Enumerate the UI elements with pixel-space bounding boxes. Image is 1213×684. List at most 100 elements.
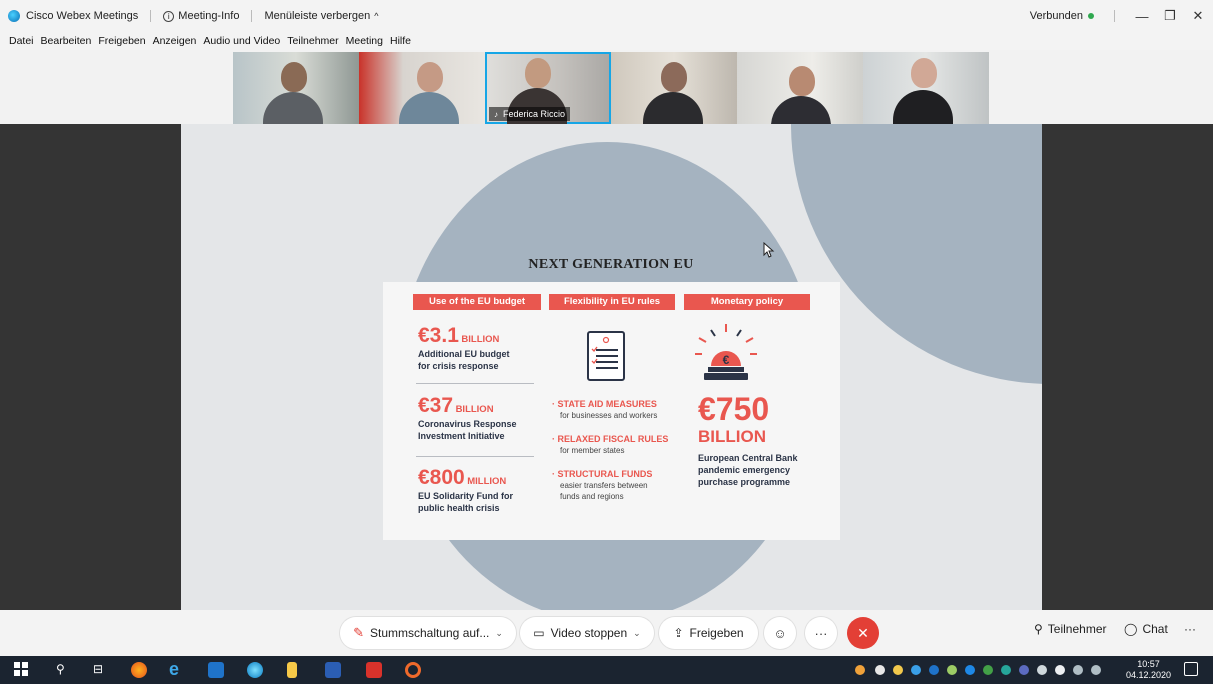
menu-meeting[interactable]: Meeting <box>346 35 383 47</box>
flex-bullet: · STRUCTURAL FUNDS easier transfers betw… <box>552 469 653 501</box>
meeting-info-label: Meeting-Info <box>178 10 240 22</box>
video-strip: ♪ Federica Riccio <box>233 52 989 124</box>
menu-datei[interactable]: Datei <box>9 35 34 47</box>
bluetooth-icon[interactable] <box>965 665 975 675</box>
connection-status-label: Verbunden <box>1029 10 1083 22</box>
chevron-down-icon[interactable]: ⌄ <box>633 628 641 639</box>
speaker-name-tag: ♪ Federica Riccio <box>489 107 571 121</box>
participant-head <box>661 62 687 92</box>
edge-browser-icon[interactable]: e <box>169 660 185 678</box>
menu-hilfe[interactable]: Hilfe <box>390 35 411 47</box>
tray-app-icon[interactable] <box>1019 665 1029 675</box>
title-separator <box>251 10 253 22</box>
clock-time: 10:57 <box>1137 659 1160 669</box>
webex-taskbar-icon[interactable] <box>247 662 263 678</box>
video-tile-active-speaker[interactable]: ♪ Federica Riccio <box>485 52 611 124</box>
app-orange-ring-icon[interactable] <box>405 662 421 678</box>
file-explorer-icon[interactable] <box>287 662 297 678</box>
microphone-muted-icon: ✎ <box>353 625 364 640</box>
tray-app-icon[interactable] <box>1037 665 1047 675</box>
video-tile[interactable] <box>863 52 989 124</box>
mute-button[interactable]: ✎ Stummschaltung auf... ⌄ <box>340 617 516 649</box>
tray-app-icon[interactable] <box>911 665 921 675</box>
word-icon[interactable] <box>325 662 341 678</box>
restore-icon[interactable]: ❐ <box>1163 8 1177 24</box>
video-tile[interactable] <box>233 52 359 124</box>
participant-body <box>263 92 323 124</box>
budget-stat: €800 MILLION EU Solidarity Fund for publ… <box>418 466 513 514</box>
flex-bullet-desc: for businesses and workers <box>560 411 658 420</box>
network-icon[interactable] <box>1073 665 1083 675</box>
close-icon[interactable]: ✕ <box>1191 8 1205 24</box>
volume-icon[interactable] <box>1091 665 1101 675</box>
acrobat-icon[interactable] <box>366 662 382 678</box>
video-tile[interactable] <box>737 52 863 124</box>
divider <box>416 383 534 384</box>
tray-app-icon[interactable] <box>1001 665 1011 675</box>
menu-freigeben[interactable]: Freigeben <box>98 35 145 47</box>
svg-text:€: € <box>723 353 730 367</box>
task-view-icon[interactable]: ⊟ <box>93 662 109 678</box>
col-header-flexibility: Flexibility in EU rules <box>549 294 675 310</box>
mute-label: Stummschaltung auf... <box>369 626 490 640</box>
windows-start-icon[interactable] <box>14 662 30 678</box>
tray-app-icon[interactable] <box>875 665 885 675</box>
chat-bubble-icon: ◯ <box>1124 622 1138 636</box>
participants-button[interactable]: ⚲ Teilnehmer <box>1034 622 1107 636</box>
more-panel-button[interactable]: ··· <box>1184 622 1196 636</box>
share-button[interactable]: ⇪ Freigeben <box>659 617 758 649</box>
menu-bar: Datei Bearbeiten Freigeben Anzeigen Audi… <box>0 32 1213 50</box>
flex-bullet-head: STATE AID MEASURES <box>557 399 657 409</box>
speaker-name: Federica Riccio <box>503 109 566 119</box>
menu-bearbeiten[interactable]: Bearbeiten <box>41 35 92 47</box>
end-call-button[interactable]: ✕ <box>847 617 879 649</box>
system-clock[interactable]: 10:57 04.12.2020 <box>1126 659 1171 681</box>
meeting-info-button[interactable]: i Meeting-Info <box>163 10 239 22</box>
battery-icon[interactable] <box>1055 665 1065 675</box>
more-options-button[interactable]: ··· <box>805 617 837 649</box>
firefox-icon[interactable] <box>131 662 147 678</box>
participant-body <box>399 92 459 124</box>
video-tile[interactable] <box>611 52 737 124</box>
outlook-icon[interactable] <box>208 662 224 678</box>
search-icon[interactable]: ⚲ <box>56 662 72 678</box>
budget-desc: EU Solidarity Fund for <box>418 491 514 501</box>
chat-label: Chat <box>1142 622 1168 636</box>
menu-audio-video[interactable]: Audio und Video <box>203 35 280 47</box>
menu-anzeigen[interactable]: Anzeigen <box>153 35 197 47</box>
windows-taskbar: ⚲ ⊟ e 10:57 04.12.2020 <box>0 656 1213 684</box>
budget-desc: Investment Initiative <box>418 431 505 441</box>
audio-icon: ♪ <box>494 109 498 119</box>
monetary-amount: €750 <box>698 391 770 427</box>
budget-desc: for crisis response <box>418 361 499 371</box>
divider <box>416 456 534 457</box>
budget-desc: Coronavirus Response <box>418 419 517 429</box>
flex-bullet-head: STRUCTURAL FUNDS <box>557 469 653 479</box>
hide-menu-button[interactable]: Menüleiste verbergen ^ <box>264 10 378 22</box>
video-tile[interactable] <box>359 52 485 124</box>
budget-unit: MILLION <box>467 476 507 487</box>
notification-center-icon[interactable] <box>1184 662 1198 676</box>
minimize-icon[interactable]: — <box>1135 9 1149 24</box>
menu-teilnehmer[interactable]: Teilnehmer <box>287 35 338 47</box>
tray-app-icon[interactable] <box>893 665 903 675</box>
tray-app-icon[interactable] <box>947 665 957 675</box>
tray-app-icon[interactable] <box>929 665 939 675</box>
stop-video-button[interactable]: ▭ Video stoppen ⌄ <box>520 617 654 649</box>
chat-button[interactable]: ◯ Chat <box>1124 622 1168 636</box>
participants-label: Teilnehmer <box>1047 622 1107 636</box>
stop-video-label: Video stoppen <box>550 626 628 640</box>
document-checklist-icon <box>587 331 625 381</box>
monetary-desc: European Central Bank pandemic emergency… <box>698 452 798 488</box>
flex-bullet: · STATE AID MEASURES for businesses and … <box>552 399 658 420</box>
reactions-button[interactable]: ☺ <box>764 617 796 649</box>
tray-app-icon[interactable] <box>855 665 865 675</box>
smiley-icon: ☺ <box>773 625 787 641</box>
budget-stat: €37 BILLION Coronavirus Response Investm… <box>418 394 517 442</box>
connected-dot-icon <box>1088 13 1094 19</box>
chevron-down-icon[interactable]: ⌄ <box>495 628 503 639</box>
slide-panel: Use of the EU budget Flexibility in EU r… <box>383 282 840 540</box>
tray-app-icon[interactable] <box>983 665 993 675</box>
budget-amount: €800 <box>418 466 465 489</box>
clock-date: 04.12.2020 <box>1125 670 1171 680</box>
